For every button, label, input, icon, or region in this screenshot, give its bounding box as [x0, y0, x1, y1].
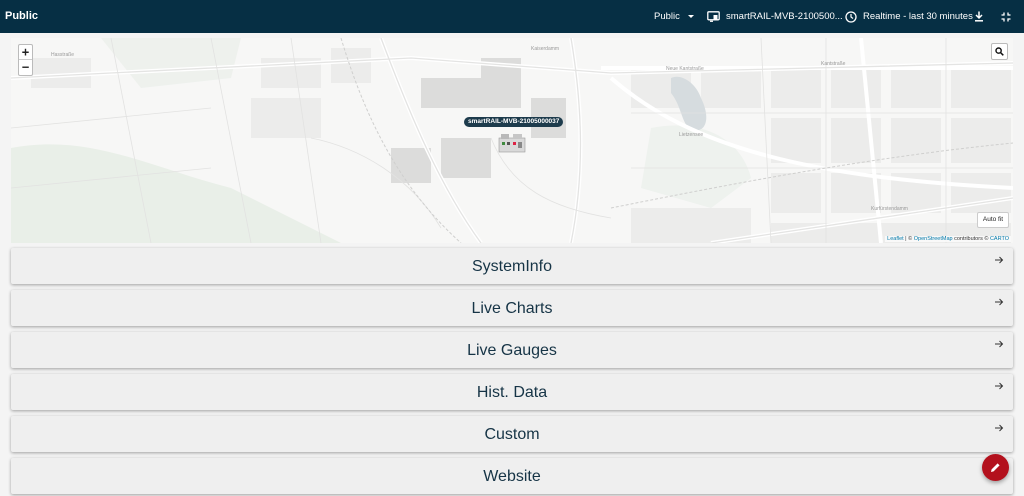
- edit-fab-button[interactable]: [982, 454, 1009, 481]
- zoom-control: + −: [18, 44, 33, 76]
- clock-icon: [845, 10, 857, 23]
- device-monitor-icon: [707, 11, 720, 22]
- panel-hist-data[interactable]: Hist. Data: [11, 374, 1013, 410]
- street-label: Neue Kantstraße: [666, 66, 704, 72]
- panel-custom[interactable]: Custom: [11, 416, 1013, 452]
- street-label: Hasstraße: [51, 52, 74, 58]
- panel-title: SystemInfo: [471, 258, 553, 275]
- panel-systeminfo[interactable]: SystemInfo: [11, 248, 1013, 284]
- panel-title: Custom: [484, 426, 540, 443]
- street-label: Kurfürstendamm: [871, 206, 908, 212]
- top-bar: Public Public smartRAIL-MVB-2100500... R…: [0, 0, 1024, 33]
- exit-fullscreen-icon: [1001, 12, 1011, 21]
- attribution-text: contributors ©: [952, 236, 990, 242]
- street-label: Lietzensee: [679, 132, 703, 138]
- timerange-select[interactable]: Realtime - last 30 minutes: [845, 0, 973, 33]
- map-attribution: Leaflet | © OpenStreetMap contributors ©…: [885, 236, 1011, 242]
- zoom-out-button[interactable]: −: [19, 60, 32, 75]
- panel-live-gauges[interactable]: Live Gauges: [11, 332, 1013, 368]
- panel-title: Live Charts: [471, 300, 553, 317]
- download-icon: [975, 11, 983, 22]
- map-search-button[interactable]: [991, 43, 1008, 60]
- street-label: Kantstraße: [821, 61, 846, 67]
- carto-link[interactable]: CARTO: [990, 236, 1009, 242]
- arrow-right-icon: [995, 256, 1004, 264]
- dashboard-select-value: Public: [654, 11, 680, 22]
- arrow-right-icon: [995, 382, 1004, 390]
- device-select[interactable]: smartRAIL-MVB-2100500...: [707, 0, 843, 33]
- attribution-text: | ©: [903, 236, 914, 242]
- caret-down-icon: [687, 15, 694, 18]
- dashboard-select[interactable]: Public: [654, 0, 694, 33]
- arrow-right-icon: [995, 340, 1004, 348]
- leaflet-link[interactable]: Leaflet: [887, 236, 904, 242]
- dashboard-title: Public: [5, 10, 39, 22]
- arrow-right-icon: [995, 298, 1004, 306]
- arrow-right-icon: [995, 424, 1004, 432]
- device-select-value: smartRAIL-MVB-2100500...: [726, 11, 843, 22]
- timerange-value: Realtime - last 30 minutes: [863, 11, 973, 22]
- device-marker-icon[interactable]: [497, 131, 527, 155]
- device-marker-label[interactable]: smartRAIL-MVB-21005000037: [464, 117, 564, 127]
- exit-fullscreen-button[interactable]: [996, 0, 1016, 33]
- panel-live-charts[interactable]: Live Charts: [11, 290, 1013, 326]
- download-button[interactable]: [969, 0, 989, 33]
- panel-website[interactable]: Website: [11, 458, 1013, 494]
- zoom-in-button[interactable]: +: [19, 45, 32, 60]
- panel-title: Hist. Data: [476, 384, 548, 401]
- pencil-icon: [991, 463, 1000, 472]
- street-label: Kaiserdamm: [531, 46, 559, 52]
- auto-fit-button[interactable]: Auto fit: [977, 212, 1009, 228]
- panel-title: Website: [483, 468, 541, 485]
- openstreetmap-link[interactable]: OpenStreetMap: [914, 236, 953, 242]
- search-icon: [995, 47, 1004, 56]
- panel-title: Live Gauges: [467, 342, 557, 359]
- map[interactable]: Hasstraße Neue Kantstraße Kantstraße Kai…: [11, 38, 1013, 243]
